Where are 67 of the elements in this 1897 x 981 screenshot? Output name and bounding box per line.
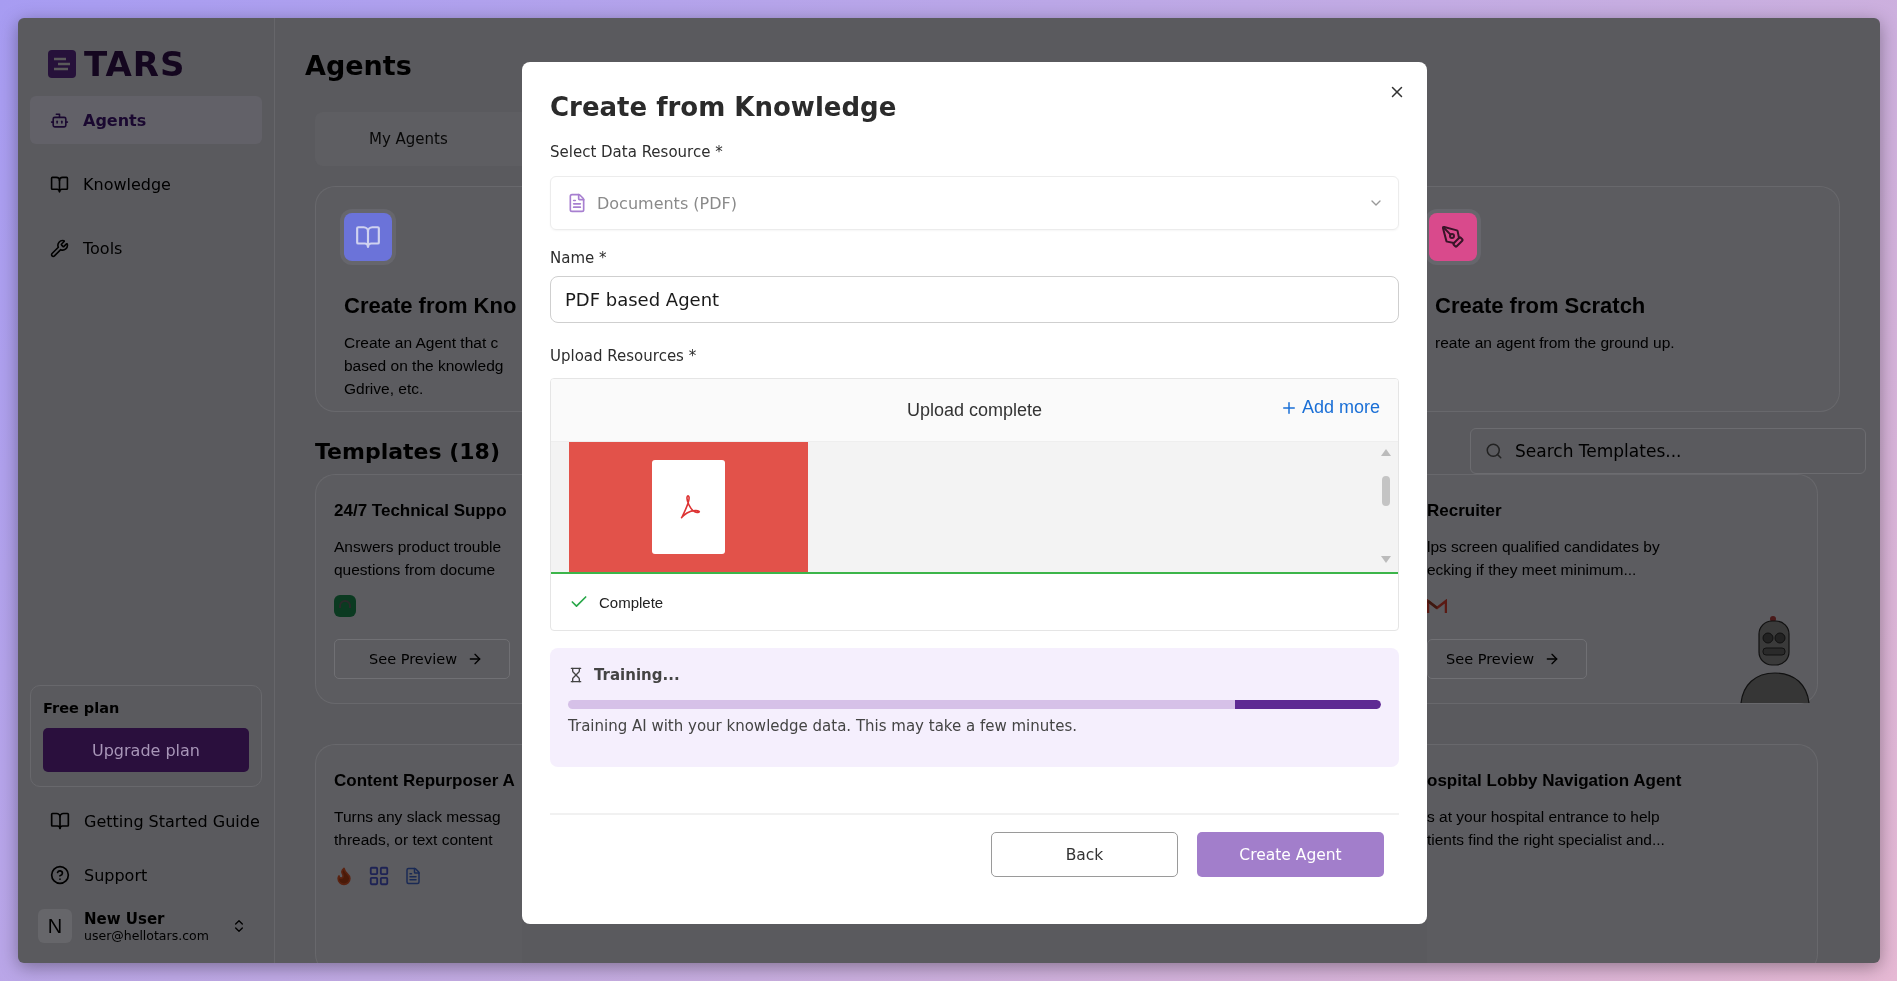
card-title: Create from Scratch	[1435, 293, 1646, 319]
logo-text: TARS	[84, 44, 186, 84]
plan-title: Free plan	[43, 700, 121, 716]
nav-item[interactable]: Tools	[30, 224, 262, 272]
template-card[interactable]: 24/7 Technical Suppo Answers product trouble questions from docume See Preview	[315, 474, 522, 704]
template-description: s at your hospital entrance to help	[1427, 807, 1660, 827]
file-status: Complete	[599, 593, 664, 611]
upload-status: Upload complete	[906, 399, 1043, 421]
card-title: Create from Kno	[344, 293, 517, 319]
template-description: lps screen qualified candidates by	[1427, 537, 1660, 557]
pdf-icon	[652, 460, 725, 554]
nav-item[interactable]: Agents	[30, 96, 262, 144]
page-title: Agents	[305, 49, 413, 83]
template-title: ospital Lobby Navigation Agent	[1427, 771, 1682, 791]
document-icon	[404, 867, 422, 885]
template-description: ecking if they meet minimum...	[1427, 560, 1637, 580]
training-message: Training AI with your knowledge data. This may take a few minutes.	[568, 717, 1078, 735]
template-description: Turns any slack messag	[334, 807, 501, 827]
template-title: 24/7 Technical Suppo	[334, 501, 507, 521]
template-description: Answers product trouble	[334, 537, 502, 557]
book-icon	[50, 811, 70, 831]
template-description: threads, or text content	[334, 830, 493, 850]
sidebar-link[interactable]: Support	[30, 855, 262, 895]
create-card[interactable]: Create from Scratch reate an agent from the ground up.	[1427, 186, 1840, 412]
add-more-link[interactable]: Add more	[1279, 397, 1380, 418]
create-card[interactable]: Create from Kno Create an Agent that c based on the knowledg Gdrive, etc.	[315, 186, 522, 412]
card-description: based on the knowledg	[344, 356, 504, 376]
template-card[interactable]: Content Repurposer A Turns any slack messag threads, or text content	[315, 744, 522, 963]
section-title: Templates (18)	[315, 438, 500, 464]
logo-icon	[48, 50, 76, 78]
template-description: questions from docume	[334, 560, 496, 580]
field-label: Upload Resources *	[550, 346, 698, 366]
tab[interactable]: My Agents	[355, 122, 462, 156]
preview-button[interactable]: See Preview	[1427, 639, 1588, 679]
template-card[interactable]: Recruiter lps screen qualified candidates by ecking if they meet minimum... See Preview	[1427, 474, 1818, 704]
template-title: Recruiter	[1427, 501, 1502, 521]
card-description: Gdrive, etc.	[344, 379, 425, 399]
help-icon	[50, 865, 70, 885]
book-icon	[50, 174, 69, 194]
robot-icon	[50, 110, 69, 130]
card-description: reate an agent from the ground up.	[1435, 333, 1675, 353]
wrench-icon	[50, 238, 69, 258]
search-field[interactable]: Search Templates...	[1470, 428, 1866, 474]
upgrade-button[interactable]: Upgrade plan	[43, 728, 249, 772]
training-title: Training...	[594, 666, 680, 684]
template-description: tients find the right specialist and...	[1427, 830, 1665, 850]
flame-icon	[334, 866, 354, 886]
avatar: N	[38, 909, 72, 943]
sidebar-link[interactable]: Getting Started Guide	[30, 801, 262, 841]
field-label: Name *	[550, 248, 608, 268]
name-field[interactable]: PDF based Agent	[550, 276, 1399, 323]
user-email: user@hellotars.com	[84, 927, 209, 943]
mail-icon	[1427, 598, 1447, 614]
search-icon	[1485, 442, 1503, 460]
user-name: New User	[84, 909, 166, 928]
preview-button[interactable]: See Preview	[334, 639, 511, 679]
document-icon	[567, 193, 587, 213]
nav-item[interactable]: Knowledge	[30, 160, 262, 208]
card-description: Create an Agent that c	[344, 333, 500, 353]
hourglass-icon	[568, 667, 584, 683]
template-title: Content Repurposer A	[334, 771, 515, 791]
grid-icon	[368, 865, 390, 887]
field-label: Select Data Resource *	[550, 142, 724, 162]
dialog-title: Create from Knowledge	[550, 91, 898, 124]
back-button[interactable]: Back	[991, 832, 1178, 877]
resource-select[interactable]: Documents (PDF)	[550, 176, 1399, 230]
template-card[interactable]: ospital Lobby Navigation Agent s at your hospital entrance to help tients find the right specialist and...	[1427, 744, 1818, 963]
